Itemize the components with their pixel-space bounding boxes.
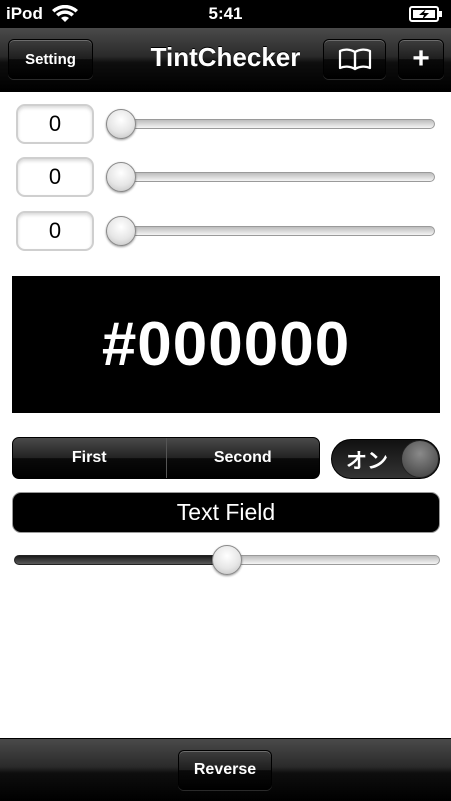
text-field[interactable]: Text Field: [12, 492, 440, 533]
battery-charging-icon: [409, 6, 442, 22]
status-bar: iPod 5:41: [0, 0, 451, 28]
blue-slider-thumb[interactable]: [106, 216, 136, 246]
bottom-toolbar: Reverse: [0, 738, 451, 801]
reverse-button[interactable]: Reverse: [178, 750, 272, 790]
segment-first[interactable]: First: [13, 438, 166, 478]
segment-second[interactable]: Second: [165, 438, 320, 478]
green-slider-thumb[interactable]: [106, 162, 136, 192]
sample-slider-thumb[interactable]: [212, 545, 242, 575]
clock: 5:41: [208, 4, 243, 23]
add-button[interactable]: +: [398, 39, 444, 79]
sample-slider-track[interactable]: [227, 555, 440, 565]
switch-knob: [401, 440, 439, 478]
red-value-field[interactable]: 0: [16, 104, 94, 144]
navigation-bar: Setting TintChecker +: [0, 28, 451, 92]
toggle-switch[interactable]: オン: [331, 439, 440, 479]
bookmarks-button[interactable]: [323, 39, 386, 79]
book-icon: [338, 48, 371, 71]
blue-value-field[interactable]: 0: [16, 211, 94, 251]
green-value-field[interactable]: 0: [16, 157, 94, 197]
color-preview: #000000: [12, 276, 440, 413]
green-slider-track[interactable]: [106, 172, 435, 182]
plus-icon: +: [412, 42, 430, 75]
red-slider-thumb[interactable]: [106, 109, 136, 139]
red-slider-track[interactable]: [106, 119, 435, 129]
switch-label: オン: [346, 450, 388, 473]
segmented-control: First Second: [12, 437, 320, 479]
sample-slider-fill[interactable]: [14, 555, 227, 565]
blue-slider-track[interactable]: [106, 226, 435, 236]
hex-code: #000000: [101, 310, 351, 379]
